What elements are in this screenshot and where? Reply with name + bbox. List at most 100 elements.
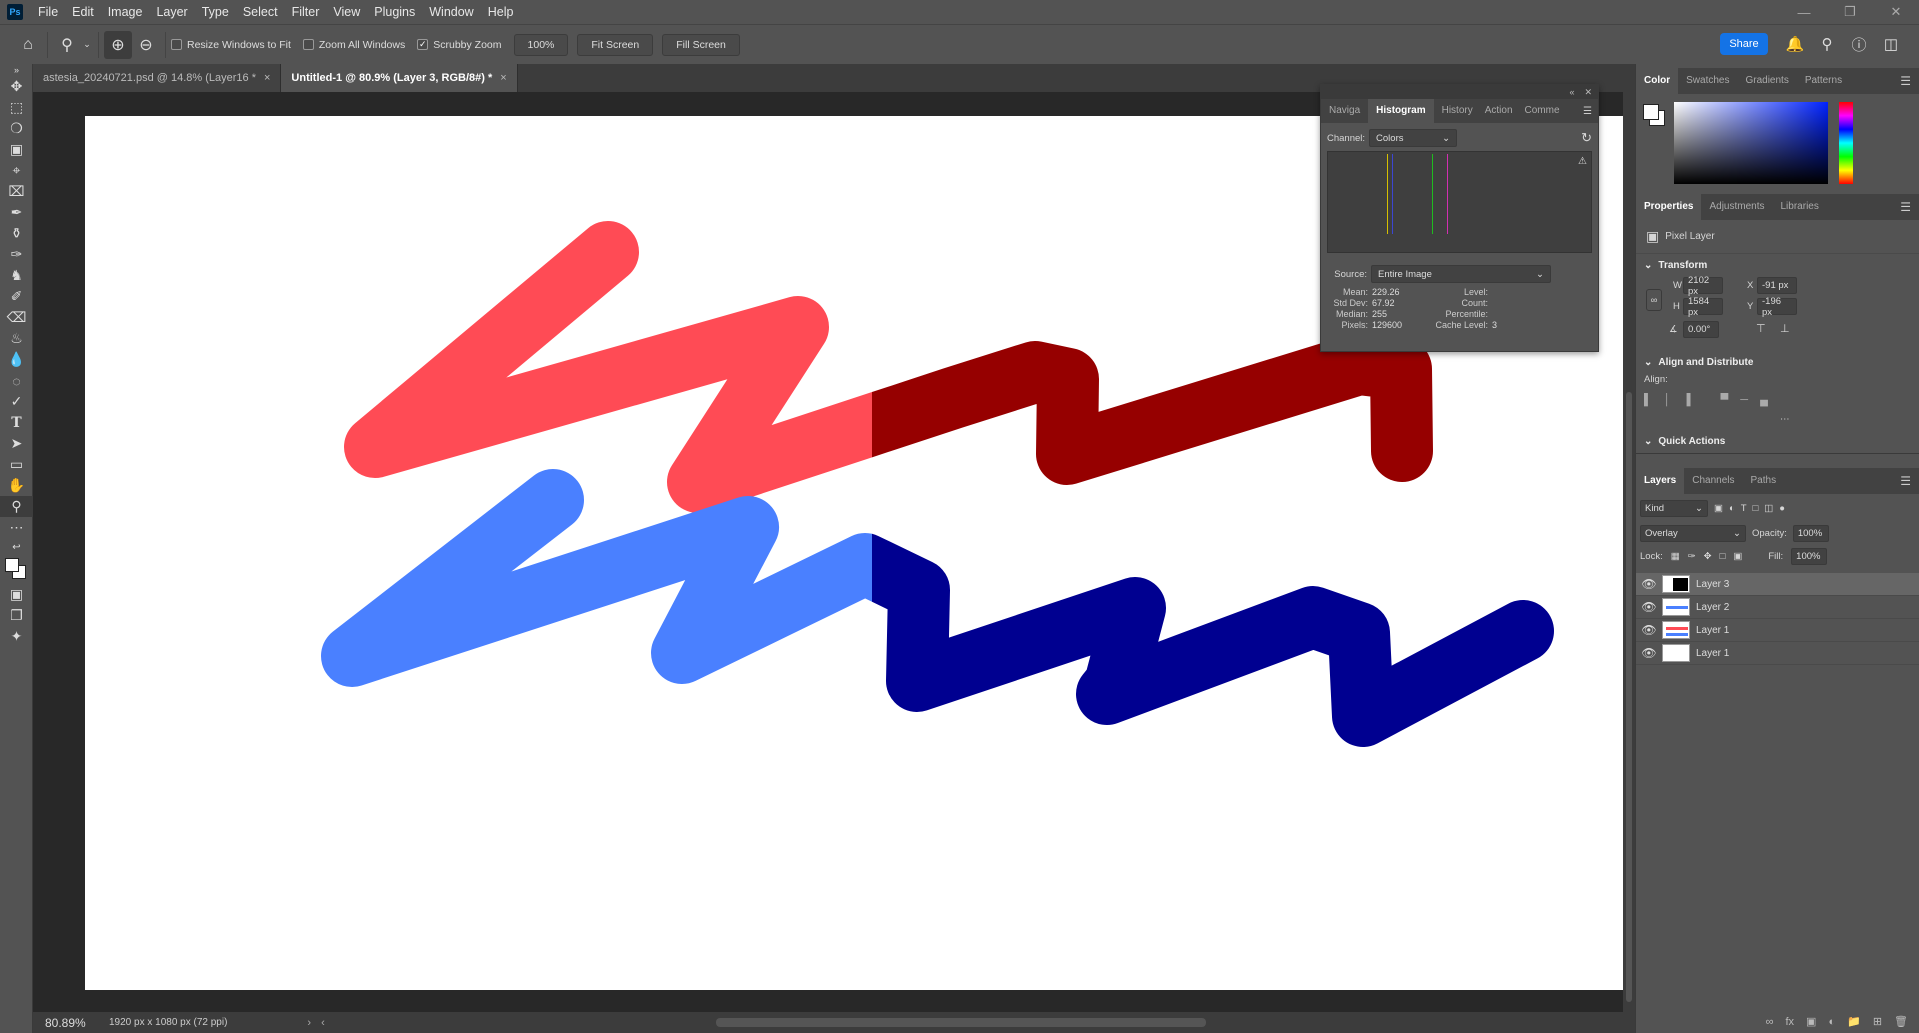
default-colors-icon[interactable]: ↩ bbox=[0, 538, 33, 556]
align-right-icon[interactable]: ▐ bbox=[1683, 394, 1691, 406]
quick-mask-icon[interactable]: ▣ bbox=[0, 584, 33, 605]
align-left-icon[interactable]: ▌ bbox=[1644, 394, 1652, 406]
align-center-icon[interactable]: │ bbox=[1664, 394, 1671, 406]
bell-icon[interactable]: 🔔 bbox=[1783, 31, 1807, 57]
zoom-all-checkbox[interactable]: Zoom All Windows bbox=[302, 39, 405, 51]
filter-shape-icon[interactable]: □ bbox=[1753, 503, 1759, 514]
share-button[interactable]: Share bbox=[1720, 33, 1768, 55]
minimize-icon[interactable]: — bbox=[1781, 0, 1827, 24]
close-tab-icon[interactable]: × bbox=[500, 72, 506, 84]
y-input[interactable]: -196 px bbox=[1757, 296, 1797, 318]
close-tab-icon[interactable]: × bbox=[264, 72, 270, 84]
layer-name[interactable]: Layer 1 bbox=[1696, 625, 1729, 636]
brush-tool-icon[interactable]: ✑ bbox=[0, 244, 33, 265]
panel-menu-icon[interactable]: ☰ bbox=[1900, 474, 1911, 488]
tab-astesia[interactable]: astesia_20240721.psd @ 14.8% (Layer16 * … bbox=[33, 64, 282, 92]
eraser-tool-icon[interactable]: ⌫ bbox=[0, 307, 33, 328]
tab-histogram[interactable]: Histogram bbox=[1368, 99, 1434, 123]
tab-history[interactable]: History bbox=[1434, 99, 1481, 123]
blend-mode-select[interactable]: Overlay ⌄ bbox=[1640, 525, 1746, 542]
tab-layers[interactable]: Layers bbox=[1636, 468, 1685, 494]
delete-layer-icon[interactable]: 🗑 bbox=[1894, 1015, 1908, 1028]
link-icon[interactable]: ∞ bbox=[1646, 289, 1662, 311]
align-bottom-icon[interactable]: ▄ bbox=[1760, 394, 1768, 406]
collapse-icon[interactable]: « bbox=[1569, 87, 1574, 97]
more-tools-icon[interactable]: ⋯ bbox=[0, 517, 33, 538]
lasso-tool-icon[interactable]: ❍ bbox=[0, 118, 33, 139]
layer-row-layer1[interactable]: 👁 Layer 1 bbox=[1636, 619, 1919, 642]
collapse-icon[interactable]: » bbox=[0, 64, 33, 76]
tab-color[interactable]: Color bbox=[1636, 68, 1679, 94]
align-top-icon[interactable]: ▀ bbox=[1720, 394, 1728, 406]
menu-type[interactable]: Type bbox=[195, 0, 236, 24]
align-header[interactable]: ⌄ Align and Distribute bbox=[1636, 351, 1919, 374]
eye-icon[interactable]: 👁 bbox=[1636, 577, 1662, 591]
add-mask-icon[interactable]: ▣ bbox=[1806, 1015, 1816, 1028]
menu-view[interactable]: View bbox=[326, 0, 367, 24]
layer-row-background[interactable]: 👁 Layer 1 bbox=[1636, 642, 1919, 665]
kind-filter[interactable]: Kind ⌄ bbox=[1640, 500, 1708, 517]
menu-select[interactable]: Select bbox=[236, 0, 285, 24]
tab-actions[interactable]: Action bbox=[1481, 99, 1517, 123]
menu-filter[interactable]: Filter bbox=[285, 0, 327, 24]
eye-icon[interactable]: 👁 bbox=[1636, 600, 1662, 614]
zoom-out-icon[interactable]: ⊖ bbox=[132, 31, 160, 59]
filter-toggle-icon[interactable]: ● bbox=[1779, 503, 1785, 514]
eye-icon[interactable]: 👁 bbox=[1636, 623, 1662, 637]
color-field[interactable] bbox=[1674, 102, 1828, 184]
align-middle-icon[interactable]: ─ bbox=[1740, 394, 1748, 406]
zoom-100-button[interactable]: 100% bbox=[513, 33, 569, 56]
screen-mode-icon[interactable]: ❐ bbox=[0, 605, 33, 626]
crop-tool-icon[interactable]: ⌖ bbox=[0, 160, 33, 181]
search-icon[interactable]: ⚲ bbox=[1815, 31, 1839, 57]
tab-patterns[interactable]: Patterns bbox=[1797, 68, 1850, 94]
flip-vertical-icon[interactable]: ⊥ bbox=[1780, 322, 1790, 335]
tab-channels[interactable]: Channels bbox=[1684, 468, 1742, 494]
restore-icon[interactable]: ❐ bbox=[1827, 0, 1873, 24]
zoom-tool-icon[interactable]: ⚲ bbox=[53, 31, 81, 59]
generative-icon[interactable]: ✦ bbox=[0, 626, 33, 647]
eye-icon[interactable]: 👁 bbox=[1636, 646, 1662, 660]
lock-all-icon[interactable]: ▣ bbox=[1733, 551, 1742, 562]
marquee-tool-icon[interactable]: ⬚ bbox=[0, 97, 33, 118]
home-icon[interactable]: ⌂ bbox=[14, 31, 42, 59]
quick-actions-header[interactable]: ⌄ Quick Actions bbox=[1636, 430, 1919, 454]
menu-file[interactable]: File bbox=[31, 0, 65, 24]
hue-slider[interactable] bbox=[1839, 102, 1853, 184]
color-swatches[interactable] bbox=[0, 556, 33, 584]
resize-windows-checkbox[interactable]: Resize Windows to Fit bbox=[171, 39, 291, 51]
horizontal-scroll-thumb[interactable] bbox=[716, 1018, 1206, 1027]
filter-adjustment-icon[interactable]: ◐ bbox=[1729, 503, 1735, 514]
filter-type-icon[interactable]: T bbox=[1741, 503, 1747, 514]
opacity-input[interactable]: 100% bbox=[1792, 525, 1829, 542]
transform-header[interactable]: ⌄ Transform bbox=[1636, 254, 1919, 277]
height-input[interactable]: 1584 px bbox=[1683, 296, 1723, 318]
foreground-color-swatch[interactable] bbox=[5, 558, 19, 572]
zoom-in-icon[interactable]: ⊕ bbox=[104, 30, 132, 59]
layer-name[interactable]: Layer 1 bbox=[1696, 648, 1729, 659]
vertical-scrollbar[interactable] bbox=[1623, 92, 1635, 1012]
zoom-level[interactable]: 80.89% bbox=[33, 1016, 93, 1030]
fill-screen-button[interactable]: Fill Screen bbox=[662, 33, 740, 56]
menu-window[interactable]: Window bbox=[422, 0, 480, 24]
menu-layer[interactable]: Layer bbox=[149, 0, 194, 24]
help-icon[interactable]: ⓘ bbox=[1847, 31, 1871, 57]
type-tool-icon[interactable]: T bbox=[0, 412, 33, 433]
blur-tool-icon[interactable]: 💧 bbox=[0, 349, 33, 370]
chevron-down-icon[interactable]: ⌄ bbox=[81, 31, 93, 59]
clone-stamp-tool-icon[interactable]: ♞ bbox=[0, 265, 33, 286]
fit-screen-button[interactable]: Fit Screen bbox=[577, 33, 654, 56]
refresh-icon[interactable]: ↻ bbox=[1581, 130, 1592, 146]
tab-untitled[interactable]: Untitled-1 @ 80.9% (Layer 3, RGB/8#) * × bbox=[281, 64, 518, 92]
fill-input[interactable]: 100% bbox=[1791, 548, 1828, 565]
layer-name[interactable]: Layer 2 bbox=[1696, 602, 1729, 613]
move-tool-icon[interactable]: ✥ bbox=[0, 76, 33, 97]
paint-bucket-tool-icon[interactable]: ♨ bbox=[0, 328, 33, 349]
link-layers-icon[interactable]: ∞ bbox=[1766, 1016, 1774, 1028]
tab-swatches[interactable]: Swatches bbox=[1678, 68, 1737, 94]
menu-plugins[interactable]: Plugins bbox=[367, 0, 422, 24]
rectangle-tool-icon[interactable]: ▭ bbox=[0, 454, 33, 475]
tab-properties[interactable]: Properties bbox=[1636, 194, 1702, 220]
zoom-tool-icon[interactable]: ⚲ bbox=[0, 496, 33, 517]
tab-libraries[interactable]: Libraries bbox=[1773, 194, 1827, 220]
